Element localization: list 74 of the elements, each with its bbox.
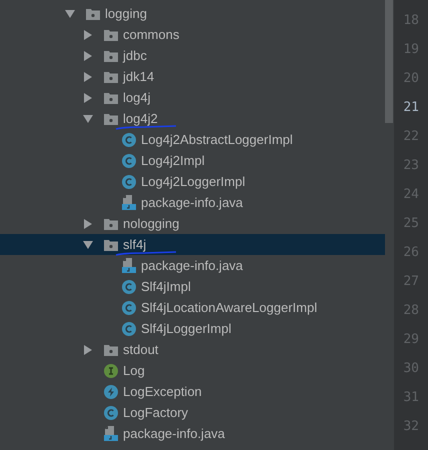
folder-icon xyxy=(104,92,118,104)
expand-arrow-icon[interactable] xyxy=(82,28,94,40)
tree-row[interactable]: Log4j2LoggerImpl xyxy=(0,171,385,192)
tree-item-label: package-info.java xyxy=(141,195,243,210)
tree-row[interactable]: commons xyxy=(0,24,385,45)
tree-row[interactable]: nologging xyxy=(0,213,385,234)
tree-row[interactable]: LogException xyxy=(0,381,385,402)
tree-item-label: Log4j2AbstractLoggerImpl xyxy=(141,132,293,147)
tree-item-label: Slf4jLoggerImpl xyxy=(141,321,232,336)
class-icon xyxy=(122,154,136,168)
tree-item-label: LogFactory xyxy=(123,405,188,420)
collapse-arrow-icon[interactable] xyxy=(82,238,94,250)
tree-item-label: log4j2 xyxy=(123,111,158,126)
tree-item-label: jdk14 xyxy=(123,69,154,84)
tree-row[interactable]: Log xyxy=(0,360,385,381)
tree-row[interactable]: LogFactory xyxy=(0,402,385,423)
class-icon xyxy=(122,280,136,294)
tree-item-label: package-info.java xyxy=(141,258,243,273)
scrollbar-thumb[interactable] xyxy=(385,0,393,123)
tree-item-label: Slf4jLocationAwareLoggerImpl xyxy=(141,300,318,315)
expand-arrow-icon[interactable] xyxy=(82,92,94,104)
tree-row[interactable]: Slf4jImpl xyxy=(0,276,385,297)
tree-item-label: log4j xyxy=(123,90,150,105)
tree-row[interactable]: log4j xyxy=(0,87,385,108)
tree-row[interactable]: package-info.java xyxy=(0,255,385,276)
java-file-icon xyxy=(104,426,118,441)
java-file-icon xyxy=(122,195,136,210)
tree-item-label: jdbc xyxy=(123,48,147,63)
collapse-arrow-icon[interactable] xyxy=(64,8,76,20)
folder-icon xyxy=(104,218,118,230)
tree-item-label: Log xyxy=(123,363,145,378)
expand-arrow-icon[interactable] xyxy=(82,50,94,62)
java-file-icon xyxy=(122,258,136,273)
class-icon xyxy=(122,132,136,146)
folder-icon xyxy=(104,50,118,62)
class-icon xyxy=(122,322,136,336)
tree-row[interactable]: slf4j xyxy=(0,234,385,255)
tree-row[interactable]: stdout xyxy=(0,339,385,360)
tree-row[interactable]: Slf4jLoggerImpl xyxy=(0,318,385,339)
interface-icon xyxy=(104,364,118,378)
folder-icon xyxy=(86,8,100,20)
tree-item-label: Slf4jImpl xyxy=(141,279,191,294)
tree-row[interactable]: Slf4jLocationAwareLoggerImpl xyxy=(0,297,385,318)
tree-item-label: Log4j2LoggerImpl xyxy=(141,174,246,189)
tree-item-label: commons xyxy=(123,27,180,42)
tree-item-label: logging xyxy=(105,6,147,21)
tree-item-label: nologging xyxy=(123,216,180,231)
folder-icon xyxy=(104,344,118,356)
expand-arrow-icon[interactable] xyxy=(82,70,94,82)
tree-row[interactable]: log4j2 xyxy=(0,108,385,129)
expand-arrow-icon[interactable] xyxy=(82,344,94,356)
folder-icon xyxy=(104,238,118,250)
class-icon xyxy=(122,174,136,188)
tree-row[interactable]: Log4j2AbstractLoggerImpl xyxy=(0,129,385,150)
tree-item-label: LogException xyxy=(123,384,202,399)
tree-row[interactable]: package-info.java xyxy=(0,192,385,213)
tree-row[interactable]: jdk14 xyxy=(0,66,385,87)
expand-arrow-icon[interactable] xyxy=(82,218,94,230)
folder-icon xyxy=(104,28,118,40)
class-icon xyxy=(104,406,118,420)
folder-icon xyxy=(104,112,118,124)
tree-item-label: stdout xyxy=(123,342,158,357)
tree-row[interactable]: jdbc xyxy=(0,45,385,66)
line-number: 21 xyxy=(403,99,419,117)
collapse-arrow-icon[interactable] xyxy=(82,112,94,124)
tree-item-label: package-info.java xyxy=(123,426,225,441)
tree-item-label: slf4j xyxy=(123,237,146,252)
folder-icon xyxy=(104,70,118,82)
tree-row[interactable]: Log4j2Impl xyxy=(0,150,385,171)
lightning-icon xyxy=(104,384,118,398)
tree-row[interactable]: logging xyxy=(0,3,385,24)
tree-row[interactable]: package-info.java xyxy=(0,423,385,444)
tree-item-label: Log4j2Impl xyxy=(141,153,205,168)
class-icon xyxy=(122,300,136,314)
